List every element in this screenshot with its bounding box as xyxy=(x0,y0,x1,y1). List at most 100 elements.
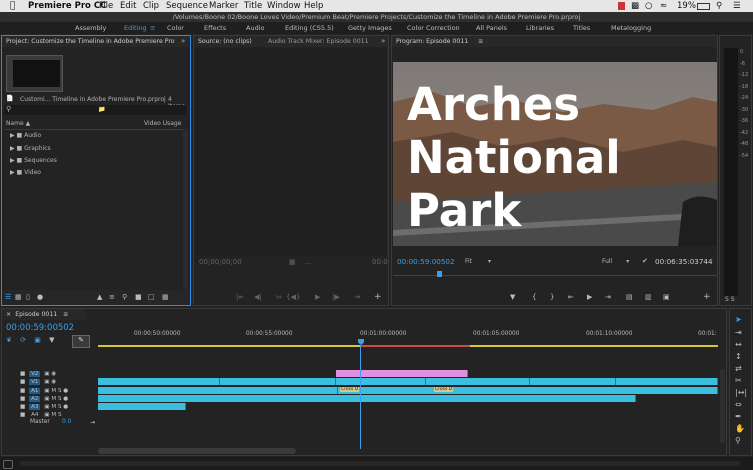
sync-lock-icon[interactable]: ▣ xyxy=(44,396,49,402)
video-clip-v1[interactable] xyxy=(220,378,336,385)
menu-marker[interactable]: Marker xyxy=(209,0,238,12)
list-view-icon[interactable]: ☰ xyxy=(5,293,11,301)
project-scrollbar[interactable] xyxy=(183,129,188,289)
automate-icon[interactable]: ≡ xyxy=(109,293,115,301)
panel-overflow-icon[interactable]: » xyxy=(181,37,185,45)
bin-video[interactable]: ▶ ■ Video xyxy=(10,169,41,176)
extract-icon[interactable]: ▥ xyxy=(645,293,652,301)
add-button-icon[interactable]: + xyxy=(374,292,382,302)
solo-button[interactable]: S xyxy=(58,396,62,402)
lock-icon[interactable]: ■ xyxy=(20,412,25,418)
eye-icon[interactable]: ◉ xyxy=(51,371,56,377)
lock-icon[interactable]: ■ xyxy=(20,396,25,402)
program-video-frame[interactable]: Arches National Park xyxy=(393,62,717,246)
project-panel-tab[interactable]: Project: Customize the Timeline in Adobe… xyxy=(2,36,190,47)
status-icon[interactable]: ▩ xyxy=(631,0,639,12)
program-mini-timeline[interactable] xyxy=(393,267,717,281)
mini-playhead[interactable] xyxy=(437,271,442,277)
slide-tool-icon[interactable]: ⇔ xyxy=(735,400,742,409)
wifi-icon[interactable]: ≈ xyxy=(660,0,667,12)
zoom-tool-icon[interactable]: ⚲ xyxy=(735,436,741,445)
mark-in-icon[interactable]: |⇤ xyxy=(236,293,244,301)
source-tab[interactable]: Source: (no clips) xyxy=(198,38,252,45)
transition-label[interactable]: Cross D xyxy=(434,387,454,392)
workspace-all-panels[interactable]: All Panels xyxy=(476,22,507,34)
program-timecode[interactable]: 00:00:59:00502 xyxy=(397,257,455,266)
zoom-slider[interactable]: ● xyxy=(37,293,43,301)
workspace-editing-cs55[interactable]: Editing (CS5.5) xyxy=(285,22,334,34)
audio-clip-a1[interactable]: Cross D Cross D xyxy=(338,387,718,394)
settings-wrench-icon[interactable]: ✎ xyxy=(72,335,90,348)
slip-tool-icon[interactable]: |↔| xyxy=(735,388,747,397)
toggle-output-icon[interactable]: ▣ xyxy=(44,379,49,385)
pen-tool-icon[interactable]: ✒ xyxy=(735,412,742,421)
workspace-titles[interactable]: Titles xyxy=(573,22,590,34)
timeline-timecode[interactable]: 00:00:59:00502 xyxy=(6,323,74,333)
bottom-scroll-track[interactable] xyxy=(20,461,740,466)
selection-tool-icon[interactable]: ➤ xyxy=(735,315,742,324)
source-settings-icon[interactable]: ▦ xyxy=(289,258,296,266)
track-target-a2[interactable]: A2 xyxy=(29,396,41,402)
linked-selection-icon[interactable]: ▣ xyxy=(34,336,41,344)
lock-icon[interactable]: ■ xyxy=(20,371,25,377)
video-clip-v1[interactable] xyxy=(616,378,718,385)
sync-lock-icon[interactable]: ▣ xyxy=(44,412,49,418)
list-icon[interactable]: ☰ xyxy=(733,0,741,12)
find-icon[interactable]: ⚲ xyxy=(122,293,127,301)
menu-title[interactable]: Title xyxy=(244,0,262,12)
freeform-view-icon[interactable]: ▯ xyxy=(26,293,30,301)
menu-window[interactable]: Window xyxy=(267,0,301,12)
microphone-icon[interactable]: ● xyxy=(63,388,68,394)
track-target-v2[interactable]: V2 xyxy=(29,371,41,377)
workspace-assembly[interactable]: Assembly xyxy=(75,22,106,34)
step-back-icon[interactable]: ◀| xyxy=(254,293,262,301)
trash-icon[interactable]: ▦ xyxy=(162,293,169,301)
overwrite-icon[interactable]: {◀} xyxy=(286,293,300,301)
audio-clip-a2[interactable] xyxy=(98,395,636,402)
ripple-edit-tool-icon[interactable]: ↔ xyxy=(735,340,742,349)
source-viewer[interactable] xyxy=(195,48,387,256)
razor-tool-icon[interactable]: ✂ xyxy=(735,376,742,385)
timeline-tab[interactable]: × Episode 0011 ≡ xyxy=(2,309,86,320)
status-app-icon[interactable] xyxy=(618,2,625,10)
status-icon-2[interactable]: ○ xyxy=(645,0,652,12)
new-bin-icon[interactable]: ■ xyxy=(135,293,142,301)
step-forward-icon[interactable]: |▶ xyxy=(332,293,340,301)
mute-button[interactable]: M xyxy=(51,388,56,394)
mark-in-icon[interactable]: { xyxy=(532,293,536,301)
add-button-icon[interactable]: + xyxy=(703,292,711,302)
panel-menu-icon[interactable]: ≡ xyxy=(478,38,483,45)
add-marker-icon[interactable]: ▼ xyxy=(510,293,515,301)
transition-label[interactable]: Cross D xyxy=(340,387,360,392)
mute-button[interactable]: M xyxy=(51,412,56,418)
export-frame-icon[interactable]: ⇥ xyxy=(354,293,360,301)
bin-graphics[interactable]: ▶ ■ Graphics xyxy=(10,145,51,152)
hand-tool-icon[interactable]: ✋ xyxy=(735,424,745,433)
program-panel-tab[interactable]: Program: Episode 0011 ≡ xyxy=(392,36,717,47)
source-timecode[interactable]: 00;00;00;00 xyxy=(199,258,242,266)
mute-button[interactable]: M xyxy=(51,404,56,410)
rate-stretch-tool-icon[interactable]: ⇄ xyxy=(735,364,742,373)
rolling-edit-tool-icon[interactable]: ↕ xyxy=(735,352,742,361)
app-name[interactable]: Premiere Pro CC xyxy=(28,0,106,12)
insert-icon[interactable]: ⇰ xyxy=(276,293,282,301)
audio-clip-a3[interactable] xyxy=(98,403,186,410)
column-video-usage[interactable]: Video Usage xyxy=(144,120,181,127)
track-select-tool-icon[interactable]: ⇥ xyxy=(735,328,742,337)
wrench-icon[interactable]: ✔ xyxy=(642,257,648,265)
timeline-v-scrollbar[interactable] xyxy=(720,369,725,443)
panel-menu-icon[interactable]: ≡ xyxy=(63,311,68,318)
solo-button[interactable]: S xyxy=(58,412,62,418)
go-to-in-icon[interactable]: ⇤ xyxy=(568,293,574,301)
video-clip-v1[interactable] xyxy=(426,378,530,385)
workspace-getty[interactable]: Getty Images xyxy=(348,22,392,34)
toggle-output-icon[interactable]: ▣ xyxy=(44,371,49,377)
video-clip-v1[interactable] xyxy=(98,378,220,385)
time-ruler[interactable]: 00:00:50:00000 00:00:55:00000 00:01:00:0… xyxy=(98,329,718,345)
nest-icon[interactable]: ❦ xyxy=(6,336,12,344)
lift-icon[interactable]: ▤ xyxy=(626,293,633,301)
search-icon[interactable]: ⚲ xyxy=(716,0,722,12)
lock-icon[interactable]: ■ xyxy=(20,404,25,410)
microphone-icon[interactable]: ● xyxy=(63,404,68,410)
microphone-icon[interactable]: ● xyxy=(63,396,68,402)
